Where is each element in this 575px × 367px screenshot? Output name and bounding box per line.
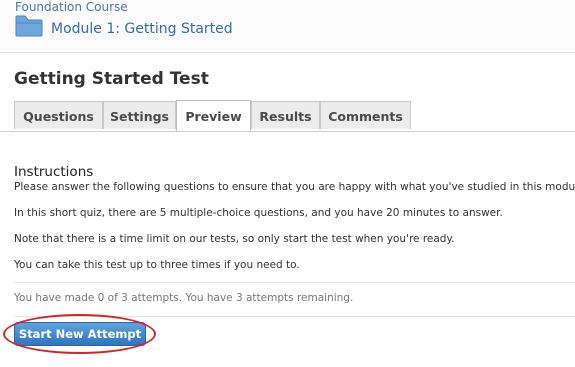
page-title: Getting Started Test (14, 69, 209, 89)
instructions-heading: Instructions (14, 164, 94, 180)
breadcrumb-module-link[interactable]: Module 1: Getting Started (51, 20, 233, 38)
quiz-preview-page: Foundation Course Module 1: Getting Star… (0, 0, 575, 367)
breadcrumb-course-link[interactable]: Foundation Course (15, 0, 128, 14)
tab-bar: Questions Settings Preview Results Comme… (0, 100, 575, 132)
instructions-paragraph: You can take this test up to three times… (14, 259, 300, 271)
instructions-paragraph: Note that there is a time limit on our t… (14, 233, 455, 245)
attempts-status: You have made 0 of 3 attempts. You have … (14, 292, 354, 304)
tab-questions[interactable]: Questions (14, 101, 103, 129)
divider (14, 282, 575, 283)
start-new-attempt-button[interactable]: Start New Attempt (14, 322, 146, 346)
instructions-paragraph: Please answer the following questions to… (14, 181, 575, 193)
tab-preview[interactable]: Preview (176, 100, 251, 131)
instructions-paragraph: In this short quiz, there are 5 multiple… (14, 207, 503, 219)
divider (14, 316, 575, 317)
tab-settings[interactable]: Settings (103, 101, 176, 129)
tab-comments[interactable]: Comments (320, 101, 411, 129)
folder-icon (15, 15, 43, 37)
tab-results[interactable]: Results (251, 101, 320, 129)
